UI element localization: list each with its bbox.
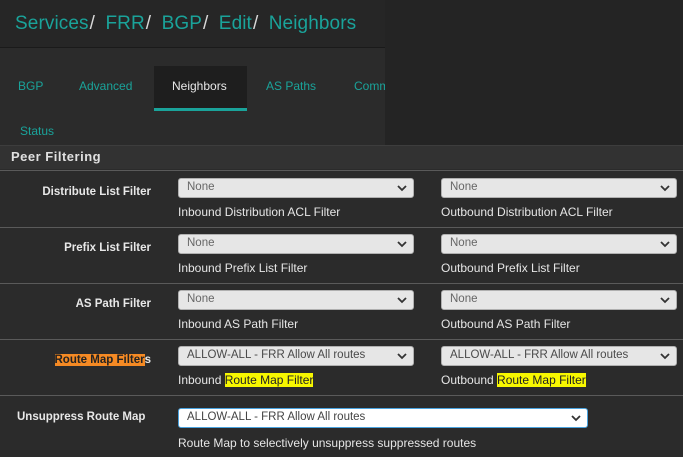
row-label: Prefix List Filter xyxy=(64,242,151,254)
help-prefix: Inbound xyxy=(178,373,225,387)
inbound-route-map-select[interactable]: ALLOW-ALL - FRR Allow All routes xyxy=(178,346,414,366)
chevron-down-icon xyxy=(571,415,581,422)
breadcrumb-neighbors[interactable]: Neighbors xyxy=(269,13,357,34)
breadcrumb: Services/ FRR/ BGP/ Edit/ Neighbors xyxy=(15,13,356,35)
breadcrumb-separator: / xyxy=(145,13,152,34)
outbound-help-text: Outbound Distribution ACL Filter xyxy=(441,205,613,219)
inbound-distribute-list-select[interactable]: None xyxy=(178,178,414,198)
as-path-filter-row: AS Path Filter None Inbound AS Path Filt… xyxy=(0,283,683,339)
unsuppress-route-map-select[interactable]: ALLOW-ALL - FRR Allow All routes xyxy=(178,408,588,428)
select-value: ALLOW-ALL - FRR Allow All routes xyxy=(187,349,366,361)
inbound-help-text: Inbound Distribution ACL Filter xyxy=(178,205,341,219)
distribute-list-filter-row: Distribute List Filter None Inbound Dist… xyxy=(0,170,683,227)
inbound-as-path-select[interactable]: None xyxy=(178,290,414,310)
breadcrumb-bar: Services/ FRR/ BGP/ Edit/ Neighbors xyxy=(0,0,385,48)
row-label: Distribute List Filter xyxy=(42,186,151,198)
tab-neighbors[interactable]: Neighbors xyxy=(172,79,227,93)
outbound-help-text: Outbound Route Map Filter xyxy=(441,373,586,387)
select-value: None xyxy=(187,181,215,193)
breadcrumb-frr[interactable]: FRR xyxy=(105,13,144,34)
select-value: None xyxy=(450,237,478,249)
header-background xyxy=(385,0,683,145)
label-suffix: s xyxy=(144,354,151,366)
breadcrumb-separator: / xyxy=(252,13,259,34)
chevron-down-icon xyxy=(397,241,407,248)
outbound-as-path-select[interactable]: None xyxy=(441,290,677,310)
chevron-down-icon xyxy=(660,241,670,248)
chevron-down-icon xyxy=(660,185,670,192)
chevron-down-icon xyxy=(397,185,407,192)
help-prefix: Outbound xyxy=(441,373,498,387)
chevron-down-icon xyxy=(660,297,670,304)
unsuppress-help-text: Route Map to selectively unsuppress supp… xyxy=(178,436,477,450)
breadcrumb-services[interactable]: Services xyxy=(15,13,89,34)
select-value: None xyxy=(450,181,478,193)
outbound-route-map-select[interactable]: ALLOW-ALL - FRR Allow All routes xyxy=(441,346,677,366)
chevron-down-icon xyxy=(660,353,670,360)
search-highlight: Route Map Filter xyxy=(224,373,314,387)
row-label: AS Path Filter xyxy=(75,298,151,310)
select-value: None xyxy=(450,293,478,305)
select-value: ALLOW-ALL - FRR Allow All routes xyxy=(187,411,366,423)
row-label: Unsuppress Route Map xyxy=(17,411,146,423)
inbound-help-text: Inbound AS Path Filter xyxy=(178,317,299,331)
select-value: None xyxy=(187,237,215,249)
chevron-down-icon xyxy=(397,297,407,304)
outbound-help-text: Outbound AS Path Filter xyxy=(441,317,571,331)
breadcrumb-bgp[interactable]: BGP xyxy=(162,13,202,34)
search-highlight: Route Map Filter xyxy=(497,373,586,387)
tab-bgp[interactable]: BGP xyxy=(18,79,43,93)
outbound-help-text: Outbound Prefix List Filter xyxy=(441,261,580,275)
breadcrumb-separator: / xyxy=(203,13,209,34)
tab-as-paths[interactable]: AS Paths xyxy=(266,79,316,93)
tab-communities[interactable]: Comm xyxy=(354,79,385,93)
breadcrumb-separator: / xyxy=(89,13,96,34)
tab-advanced[interactable]: Advanced xyxy=(79,79,132,93)
inbound-help-text: Inbound Route Map Filter xyxy=(178,373,314,387)
panel-title: Peer Filtering xyxy=(11,149,102,164)
unsuppress-route-map-row: Unsuppress Route Map ALLOW-ALL - FRR All… xyxy=(0,395,683,457)
select-value: None xyxy=(187,293,215,305)
chevron-down-icon xyxy=(397,353,407,360)
outbound-prefix-list-select[interactable]: None xyxy=(441,234,677,254)
inbound-help-text: Inbound Prefix List Filter xyxy=(178,261,308,275)
route-map-filters-row: Route Map Filters ALLOW-ALL - FRR Allow … xyxy=(0,339,683,395)
outbound-distribute-list-select[interactable]: None xyxy=(441,178,677,198)
inbound-prefix-list-select[interactable]: None xyxy=(178,234,414,254)
row-label: Route Map Filters xyxy=(54,354,151,366)
panel-heading: Peer Filtering xyxy=(0,145,683,169)
tab-bar: BGP Advanced Neighbors AS Paths Comm Sta… xyxy=(0,49,385,145)
breadcrumb-edit[interactable]: Edit xyxy=(219,13,252,34)
tab-status[interactable]: Status xyxy=(20,124,54,138)
select-value: ALLOW-ALL - FRR Allow All routes xyxy=(450,349,629,361)
prefix-list-filter-row: Prefix List Filter None Inbound Prefix L… xyxy=(0,227,683,283)
search-highlight: Route Map Filter xyxy=(54,354,145,366)
